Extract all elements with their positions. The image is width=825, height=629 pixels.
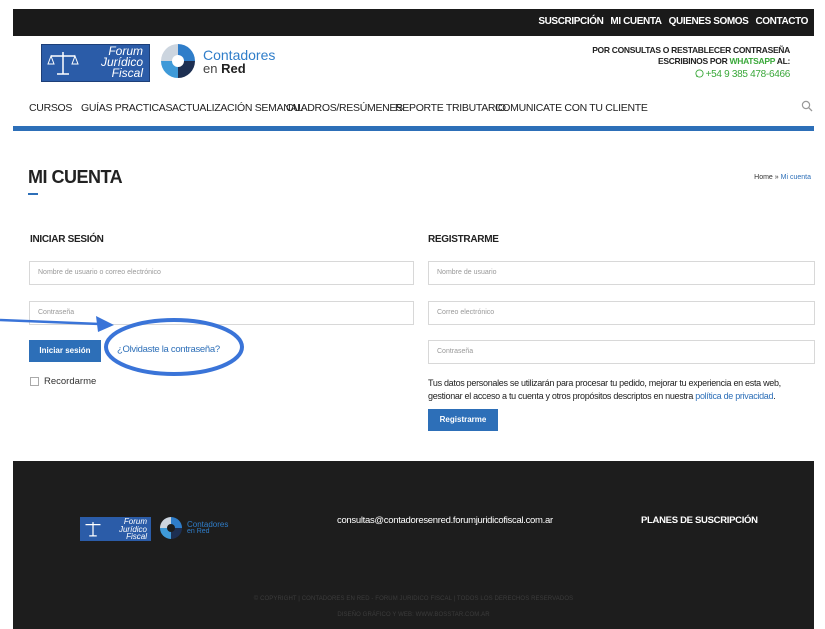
nav-item-cuadros[interactable]: CUADROS/RESÚMENES bbox=[286, 102, 403, 114]
breadcrumb-home[interactable]: Home bbox=[754, 174, 773, 181]
scale-icon bbox=[47, 52, 79, 75]
nav-item-comunicate[interactable]: COMUNICATE CON TU CLIENTE bbox=[495, 102, 648, 114]
nav-accent-bar bbox=[13, 126, 814, 131]
breadcrumb-current: Mi cuenta bbox=[780, 174, 811, 181]
nav-item-cursos[interactable]: CURSOS bbox=[29, 102, 72, 114]
title-underline bbox=[28, 193, 38, 195]
aperture-icon bbox=[161, 44, 195, 78]
login-username-field[interactable]: Nombre de usuario o correo electrónico bbox=[29, 261, 414, 285]
footer-design-credit[interactable]: DISEÑO GRÁFICO Y WEB: WWW.BOSSTAR.COM.AR bbox=[13, 612, 814, 618]
top-links: SUSCRIPCIÓN MI CUENTA QUIENES SOMOS CONTACT… bbox=[531, 16, 808, 27]
page-title: MI CUENTA bbox=[28, 167, 123, 187]
register-button[interactable]: Registrarme bbox=[428, 409, 498, 431]
footer-plans-link[interactable]: PLANES DE SUSCRIPCIÓN bbox=[641, 515, 758, 526]
nav-item-reporte[interactable]: REPORTE TRIBUTARIO bbox=[395, 102, 506, 114]
breadcrumb: Home » Mi cuenta bbox=[754, 174, 811, 181]
top-link-contacto[interactable]: CONTACTO bbox=[755, 16, 808, 27]
footer-forum-logo[interactable]: Forum Jurídico Fiscal bbox=[80, 517, 151, 541]
whatsapp-phone-link[interactable]: +54 9 385 478-6466 bbox=[592, 69, 790, 80]
scale-icon bbox=[85, 522, 101, 537]
aperture-icon bbox=[160, 517, 182, 539]
register-email-field[interactable]: Correo electrónico bbox=[428, 301, 815, 325]
privacy-policy-link[interactable]: política de privacidad bbox=[695, 391, 773, 401]
top-link-quienes-somos[interactable]: QUIENES SOMOS bbox=[669, 16, 749, 27]
whatsapp-icon bbox=[695, 69, 704, 78]
site-header: Forum Jurídico Fiscal Contadores en Red … bbox=[13, 36, 814, 129]
annotation-arrow-icon bbox=[0, 316, 244, 376]
login-title: INICIAR SESIÓN bbox=[30, 234, 104, 245]
top-link-mi-cuenta[interactable]: MI CUENTA bbox=[610, 16, 662, 27]
nav-item-actualizacion[interactable]: ACTUALIZACIÓN SEMANAL bbox=[172, 102, 303, 114]
register-password-field[interactable]: Contraseña bbox=[428, 340, 815, 364]
top-bar: SUSCRIPCIÓN MI CUENTA QUIENES SOMOS CONTACT… bbox=[13, 9, 814, 36]
footer-email-link[interactable]: consultas@contadoresenred.forumjuridicof… bbox=[337, 515, 553, 526]
footer-copyright: © COPYRIGHT | CONTADORES EN RED - FORUM … bbox=[253, 596, 574, 602]
register-username-field[interactable]: Nombre de usuario bbox=[428, 261, 815, 285]
register-title: REGISTRARME bbox=[428, 234, 499, 245]
site-footer bbox=[13, 461, 814, 629]
whatsapp-contact: POR CONSULTAS O RESTABLECER CONTRASEÑA E… bbox=[592, 45, 790, 80]
search-icon[interactable] bbox=[801, 100, 813, 112]
nav-item-guias[interactable]: GUÍAS PRACTICAS bbox=[81, 102, 172, 114]
privacy-notice: Tus datos personales se utilizarán para … bbox=[428, 378, 781, 401]
top-link-suscripcion[interactable]: SUSCRIPCIÓN bbox=[538, 16, 603, 27]
forum-juridico-logo[interactable]: Forum Jurídico Fiscal bbox=[41, 44, 150, 82]
